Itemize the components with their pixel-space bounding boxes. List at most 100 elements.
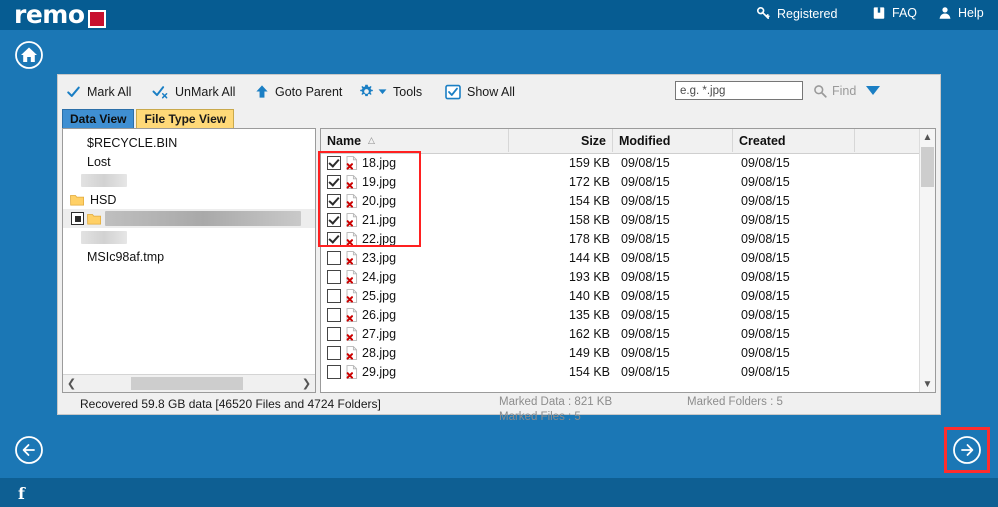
column-header-name[interactable]: Name △ [321,129,509,152]
scroll-right-icon[interactable]: ❯ [298,375,315,392]
tree-item[interactable]: Lost [63,152,315,171]
tree-item-redacted[interactable] [63,228,315,247]
jpg-file-icon [346,250,358,265]
row-checkbox[interactable] [327,250,341,265]
back-button[interactable] [14,435,44,465]
tab-data-view[interactable]: Data View [62,109,135,128]
facebook-icon[interactable]: f [18,484,25,503]
folder-tree-panel[interactable]: $RECYCLE.BIN Lost HSD MSIc98af.tmp ❮ ❯ [62,128,316,393]
file-modified: 09/08/15 [621,231,670,246]
check-with-x-icon [152,85,169,99]
file-name: 18.jpg [362,155,397,170]
book-icon [872,6,886,20]
file-created: 09/08/15 [741,250,790,265]
jpg-file-icon [346,326,358,341]
tree-item[interactable]: $RECYCLE.BIN [63,133,315,152]
column-header-created[interactable]: Created [733,129,855,152]
file-name: 24.jpg [362,269,397,284]
file-size: 172 KB [568,174,610,189]
table-row[interactable]: 24.jpg 193 KB 09/08/15 09/08/15 [321,267,920,286]
row-checkbox[interactable] [327,269,341,284]
table-row[interactable]: 18.jpg 159 KB 09/08/15 09/08/15 [321,153,920,172]
file-list-header: Name △ Size Modified Created [321,129,935,154]
table-row[interactable]: 21.jpg 158 KB 09/08/15 09/08/15 [321,210,920,229]
find-label: Find [832,83,857,98]
table-row[interactable]: 25.jpg 140 KB 09/08/15 09/08/15 [321,286,920,305]
row-checkbox[interactable] [327,174,341,189]
table-row[interactable]: 28.jpg 149 KB 09/08/15 09/08/15 [321,343,920,362]
header-item-help[interactable]: Help [938,6,984,20]
column-header-name-label: Name [327,133,362,148]
table-row[interactable]: 19.jpg 172 KB 09/08/15 09/08/15 [321,172,920,191]
file-created: 09/08/15 [741,231,790,246]
column-header-extra[interactable] [855,129,919,152]
file-modified: 09/08/15 [621,174,670,189]
tree-item[interactable]: HSD [63,190,315,209]
table-row[interactable]: 23.jpg 144 KB 09/08/15 09/08/15 [321,248,920,267]
row-checkbox[interactable] [327,193,341,208]
file-name: 20.jpg [362,193,397,208]
file-modified: 09/08/15 [621,288,670,303]
home-button[interactable] [14,40,44,70]
goto-parent-button[interactable]: Goto Parent [255,75,342,108]
column-header-created-label: Created [739,133,786,148]
marked-files: Marked Files : 5 [499,411,581,423]
jpg-file-icon [346,193,358,208]
file-created: 09/08/15 [741,155,790,170]
header-label-registered: Registered [777,6,838,21]
redacted-label [81,174,127,187]
find-button[interactable]: Find [813,84,856,98]
row-checkbox[interactable] [327,231,341,246]
search-dropdown-icon[interactable] [866,86,881,95]
file-name: 25.jpg [362,288,397,303]
file-created: 09/08/15 [741,326,790,341]
file-list-panel[interactable]: Name △ Size Modified Created 18.jpg 159 … [320,128,936,393]
scroll-up-icon[interactable]: ▲ [920,129,935,145]
table-row[interactable]: 22.jpg 178 KB 09/08/15 09/08/15 [321,229,920,248]
search-input[interactable] [675,81,803,100]
table-row[interactable]: 27.jpg 162 KB 09/08/15 09/08/15 [321,324,920,343]
column-header-size[interactable]: Size [509,129,613,152]
header-item-faq[interactable]: FAQ [872,6,917,20]
scroll-thumb[interactable] [921,147,934,187]
row-checkbox[interactable] [327,155,341,170]
column-header-modified[interactable]: Modified [613,129,733,152]
header-item-registered[interactable]: Registered [756,6,837,21]
row-checkbox[interactable] [327,307,341,322]
scroll-thumb[interactable] [131,377,243,390]
tree-item-redacted[interactable] [63,171,315,190]
tab-file-type-view[interactable]: File Type View [136,109,235,128]
table-row[interactable]: 20.jpg 154 KB 09/08/15 09/08/15 [321,191,920,210]
show-all-button[interactable]: Show All [445,75,515,108]
forward-button[interactable] [952,435,982,465]
toolbar: Mark All UnMark All Goto Parent Tools Sh… [58,75,940,108]
file-size: 135 KB [568,307,610,322]
row-checkbox[interactable] [327,326,341,341]
unmark-all-button[interactable]: UnMark All [152,75,235,108]
remo-logo: remo [14,0,106,29]
table-row[interactable]: 26.jpg 135 KB 09/08/15 09/08/15 [321,305,920,324]
file-list-vertical-scrollbar[interactable]: ▲ ▼ [919,129,935,392]
table-row[interactable]: 29.jpg 154 KB 09/08/15 09/08/15 [321,362,920,381]
tools-button[interactable]: Tools [359,75,422,108]
file-created: 09/08/15 [741,345,790,360]
scroll-down-icon[interactable]: ▼ [920,376,935,392]
mark-all-button[interactable]: Mark All [66,75,131,108]
tree-horizontal-scrollbar[interactable]: ❮ ❯ [63,374,315,392]
tree-item[interactable]: MSIc98af.tmp [63,247,315,266]
expander-icon[interactable] [71,212,84,225]
row-checkbox[interactable] [327,364,341,379]
row-checkbox[interactable] [327,212,341,227]
file-modified: 09/08/15 [621,155,670,170]
logo-text: remo [14,0,85,29]
folder-icon [87,213,102,225]
mark-all-label: Mark All [87,84,132,99]
file-size: 159 KB [568,155,610,170]
remo-recovery-window: remo Registered FAQ Help Mark All UnMark… [0,0,998,507]
app-header: remo Registered FAQ Help [0,0,998,30]
file-created: 09/08/15 [741,269,790,284]
scroll-left-icon[interactable]: ❮ [63,375,80,392]
row-checkbox[interactable] [327,345,341,360]
row-checkbox[interactable] [327,288,341,303]
tree-item-selected[interactable] [63,209,315,228]
